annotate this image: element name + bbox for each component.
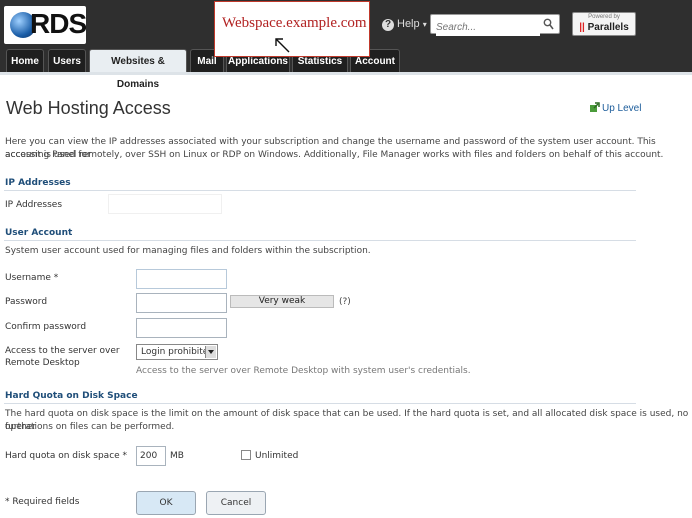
section-divider — [4, 190, 636, 191]
tab-home[interactable]: Home — [6, 49, 44, 72]
unlimited-checkbox[interactable] — [241, 450, 251, 460]
required-fields-note: * Required fields — [5, 497, 80, 507]
search-input[interactable] — [436, 19, 540, 36]
parallels-logo[interactable]: Powered by || Parallels — [572, 12, 636, 36]
company-logo[interactable]: RDS — [4, 6, 87, 44]
section-divider — [4, 403, 636, 404]
hard-quota-description-line-2: operations on files can be performed. — [5, 422, 175, 432]
hard-quota-value: 200 — [140, 451, 158, 461]
search-box[interactable] — [430, 14, 560, 36]
up-level-icon — [590, 102, 600, 112]
user-account-heading: User Account — [5, 228, 73, 238]
dropdown-arrow-icon[interactable] — [205, 346, 216, 358]
intro-text-line-2: accessing Panel remotely, over SSH on Li… — [5, 150, 664, 160]
username-input[interactable] — [136, 269, 227, 289]
unlimited-label[interactable]: Unlimited — [255, 451, 298, 461]
chevron-down-icon: ▾ — [422, 20, 427, 29]
domain-callout: Webspace.example.com — [214, 1, 370, 57]
confirm-password-label: Confirm password — [5, 322, 87, 332]
remote-access-select[interactable]: Login prohibited — [136, 344, 218, 360]
password-strength-help-link[interactable]: (?) — [339, 297, 351, 307]
up-level-label: Up Level — [602, 103, 642, 114]
hard-quota-unit: MB — [170, 451, 184, 461]
confirm-password-input[interactable] — [136, 318, 227, 338]
powered-by-text: Powered by — [588, 14, 620, 20]
remote-access-hint: Access to the server over Remote Desktop… — [136, 366, 471, 376]
tab-websites-domains[interactable]: Websites & Domains — [89, 49, 187, 90]
page-title: Web Hosting Access — [6, 98, 171, 118]
help-label: Help — [397, 18, 420, 30]
cursor-arrow-icon — [275, 38, 290, 53]
cancel-button[interactable]: Cancel — [206, 491, 266, 515]
password-strength-indicator: Very weak — [230, 295, 334, 308]
logo-text: RDS — [30, 8, 87, 39]
domain-name: Webspace.example.com — [222, 15, 367, 31]
remote-access-label-line-2: Remote Desktop — [5, 358, 80, 368]
hard-quota-heading: Hard Quota on Disk Space — [5, 391, 138, 401]
search-icon[interactable] — [543, 18, 554, 30]
ip-addresses-label: IP Addresses — [5, 200, 63, 210]
parallels-mark-icon: || — [579, 22, 585, 33]
section-divider — [4, 240, 636, 241]
remote-access-label-line-1: Access to the server over — [5, 346, 120, 356]
password-input[interactable] — [136, 293, 227, 313]
password-label: Password — [5, 297, 48, 307]
help-icon: ? — [382, 19, 394, 31]
hard-quota-input[interactable]: 200 — [136, 446, 166, 466]
ip-section-heading: IP Addresses — [5, 178, 71, 188]
ok-button[interactable]: OK — [136, 491, 196, 515]
parallels-name: Parallels — [587, 22, 629, 33]
help-menu[interactable]: ? Help ▾ — [382, 18, 427, 31]
hard-quota-label: Hard quota on disk space * — [5, 451, 128, 461]
username-label: Username * — [5, 273, 59, 283]
ip-addresses-value — [108, 194, 222, 214]
user-account-description: System user account used for managing fi… — [5, 246, 371, 256]
remote-access-selected-value: Login prohibited — [141, 347, 215, 357]
tab-underline — [0, 72, 692, 75]
up-level-link[interactable]: Up Level — [590, 102, 641, 114]
tab-users[interactable]: Users — [48, 49, 86, 72]
